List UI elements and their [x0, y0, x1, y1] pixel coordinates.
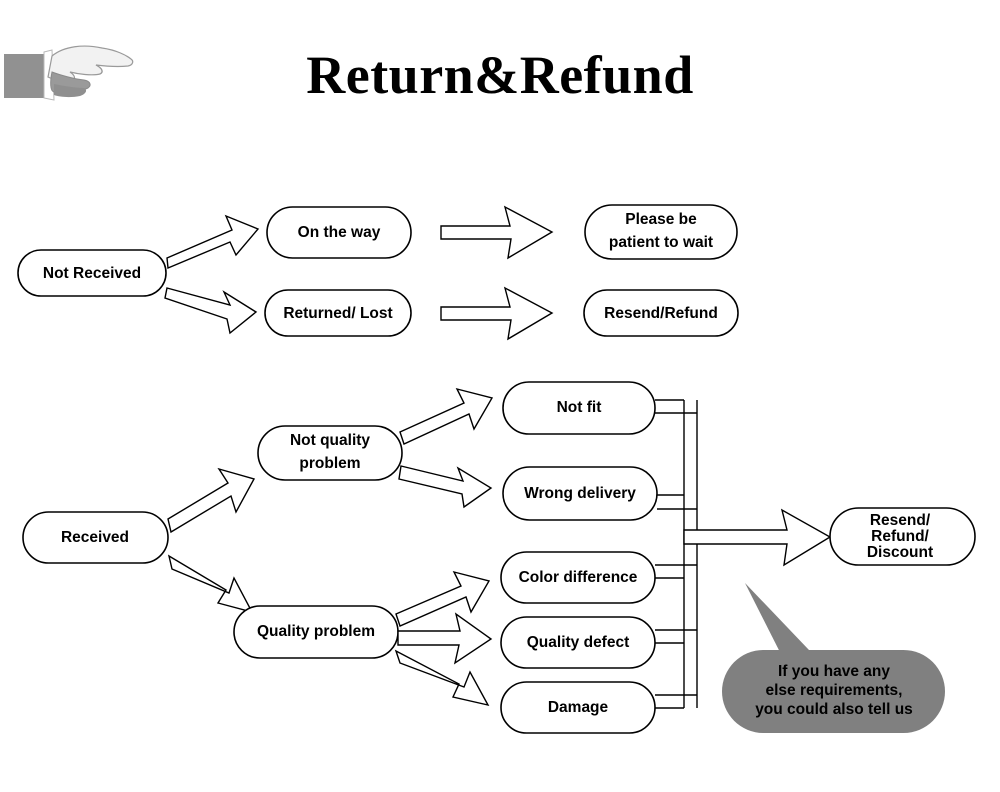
- arrow-notqualityproblem-wrongdelivery: [398, 465, 493, 509]
- node-not-fit: Not fit: [502, 381, 656, 435]
- node-wrong-delivery: Wrong delivery: [502, 466, 658, 521]
- node-returned-lost-label: Returned/ Lost: [283, 305, 392, 322]
- node-please-be-patient-label-line2: patient to wait: [609, 234, 713, 251]
- arrow-notqualityproblem-notfit: [399, 387, 494, 445]
- node-not-quality-problem-label-line1: Not quality: [290, 432, 370, 449]
- arrow-bracket-outcome: [683, 508, 832, 567]
- arrow-received-notqualityproblem: [167, 467, 256, 534]
- node-quality-defect-label: Quality defect: [527, 634, 630, 651]
- node-on-the-way: On the way: [266, 206, 412, 259]
- node-resend-refund-label: Resend/Refund: [604, 305, 718, 322]
- arrow-notreceived-returnedlost: [164, 287, 258, 335]
- node-not-received-label: Not Received: [43, 265, 141, 282]
- callout-line1: If you have any: [778, 663, 890, 680]
- bracket-connector: [655, 399, 698, 709]
- node-received-label: Received: [61, 529, 129, 546]
- node-resend-refund-discount: Resend/ Refund/ Discount: [829, 507, 976, 566]
- node-returned-lost: Returned/ Lost: [264, 289, 412, 337]
- callout-note: If you have any else requirements, you c…: [722, 583, 945, 733]
- arrow-ontheway-pleasewait: [440, 205, 554, 260]
- arrow-received-qualityproblem: [167, 554, 254, 614]
- node-resend-refund: Resend/Refund: [583, 289, 739, 337]
- node-quality-problem: Quality problem: [233, 605, 399, 659]
- node-not-quality-problem-label-line2: problem: [299, 455, 360, 472]
- node-color-difference-label: Color difference: [519, 569, 638, 586]
- node-please-be-patient-label-line1: Please be: [625, 211, 697, 228]
- arrow-returnedlost-resendrefund: [440, 286, 554, 341]
- node-damage: Damage: [500, 681, 656, 734]
- arrow-notreceived-ontheway: [166, 214, 260, 270]
- node-outcome-label-line3: Discount: [867, 544, 933, 561]
- node-color-difference: Color difference: [500, 551, 656, 604]
- node-not-fit-label: Not fit: [557, 399, 602, 416]
- node-damage-label: Damage: [548, 699, 609, 716]
- arrow-qualityproblem-damage: [394, 649, 490, 707]
- node-received: Received: [22, 511, 169, 564]
- node-outcome-label-line2: Refund/: [871, 528, 929, 545]
- arrow-qualityproblem-colordifference: [395, 570, 491, 627]
- callout-line2: else requirements,: [766, 682, 903, 699]
- node-wrong-delivery-label: Wrong delivery: [524, 485, 636, 502]
- node-on-the-way-label: On the way: [298, 224, 381, 241]
- node-quality-defect: Quality defect: [500, 616, 656, 669]
- node-quality-problem-label: Quality problem: [257, 623, 375, 640]
- flowchart-canvas: Not Received On the way Returned/ Lost P…: [17, 204, 976, 734]
- callout-line3: you could also tell us: [755, 701, 913, 718]
- node-not-received: Not Received: [17, 249, 167, 297]
- node-outcome-label-line1: Resend/: [870, 512, 931, 529]
- node-please-be-patient: Please be patient to wait: [584, 204, 738, 260]
- node-not-quality-problem: Not quality problem: [257, 425, 403, 481]
